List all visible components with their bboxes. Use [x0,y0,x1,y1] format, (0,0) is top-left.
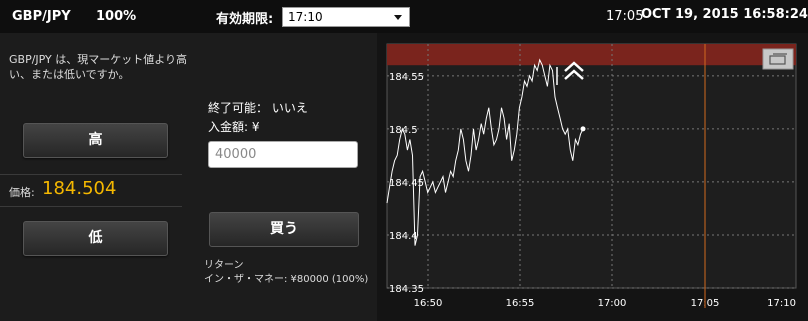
top-bar: GBP/JPY 100% 有効期限: 17:10 17:05 OCT 19, 2… [0,0,808,33]
deposit-label: 入金額: ¥ [208,120,260,134]
deposit-amount-input[interactable] [208,141,358,168]
expand-chart-icon [762,48,794,70]
price-label: 価格: [9,186,35,199]
high-button[interactable]: 高 [23,123,168,158]
x-tick-label: 17:00 [598,298,627,309]
symbol-label: GBP/JPY [12,9,71,24]
y-tick-label: 184.45 [389,178,424,189]
x-tick-label: 16:50 [414,298,443,309]
return-label: リターン [204,260,244,271]
divider [0,174,182,175]
y-tick-label: 184.4 [389,231,418,242]
price-chart: 184.55 184.5 184.45 184.4 184.35 16:50 16:55 17… [377,33,808,321]
chart-svg: 184.55184.5184.45184.4184.3516:50 16:55 17… [386,43,797,309]
x-tick-label: 16:55 [506,298,535,309]
order-panel: 終了可能： いいえ 入金額: ¥ 買う リターン イン・ザ・マネー: ¥8000… [192,33,377,321]
x-tick-label: 17:10 [767,298,796,309]
expiry-time-display: 17:05 [606,9,644,24]
current-datetime: OCT 19, 2015 16:58:24 [641,7,808,22]
divider [0,206,182,207]
direction-panel: GBP/JPY は、現マーケット値より高い、または低いですか。 高 価格: 18… [0,33,192,321]
current-price-point [580,126,586,132]
in-the-money-return: イン・ザ・マネー: ¥80000 (100%) [204,274,369,285]
y-tick-label: 184.55 [389,72,424,83]
y-tick-label: 184.35 [389,284,424,295]
low-button[interactable]: 低 [23,221,168,256]
plot-area [386,43,797,289]
chevron-down-icon [394,15,402,20]
buy-button[interactable]: 買う [209,212,359,247]
expiry-select[interactable]: 17:10 [282,7,410,27]
expiry-label: 有効期限: [216,12,274,27]
expiry-selected-value: 17:10 [288,10,323,24]
barrier-zone [387,44,796,66]
payout-percent: 100% [96,9,137,24]
early-close-status: 終了可能： いいえ [208,101,308,115]
question-text: GBP/JPY は、現マーケット値より高い、または低いですか。 [9,53,188,81]
price-value: 184.504 [42,178,117,199]
